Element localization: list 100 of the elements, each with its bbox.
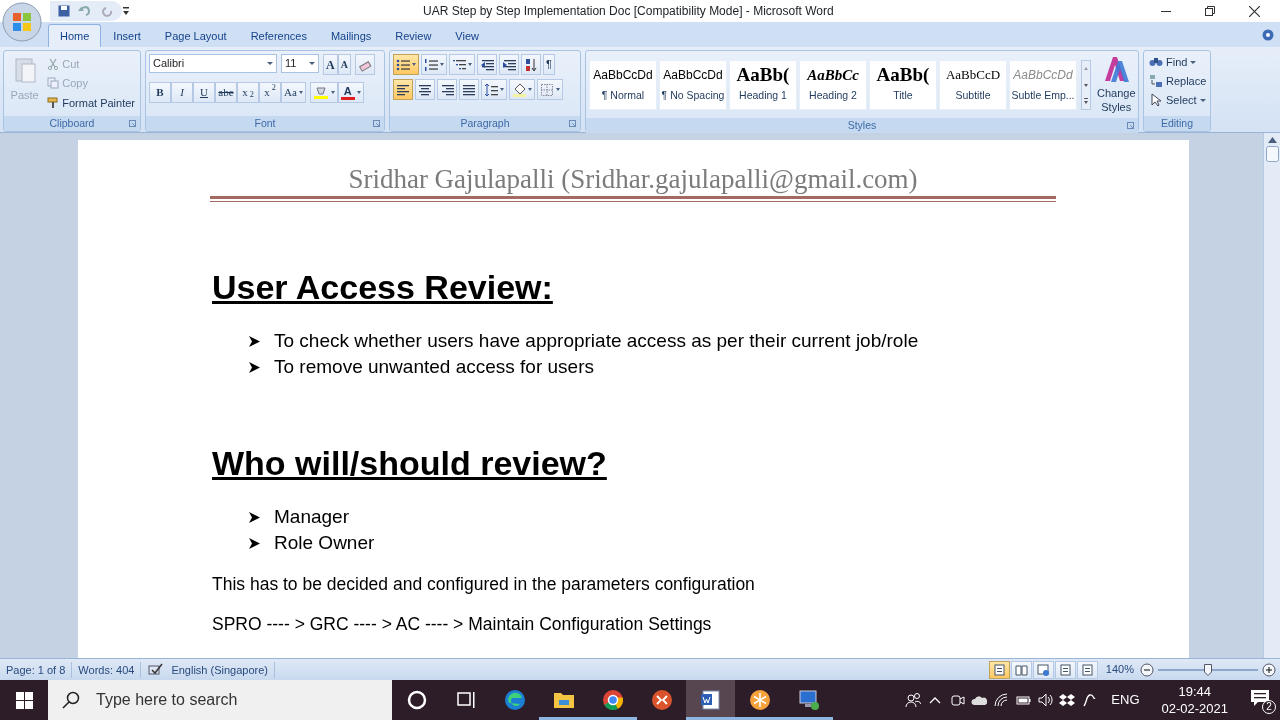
- style-tile[interactable]: AaBbCc Heading 2: [799, 59, 867, 110]
- word-document-icon[interactable]: [699, 689, 722, 711]
- zoom-out-icon[interactable]: [1140, 662, 1154, 677]
- find-button[interactable]: Find: [1147, 54, 1207, 70]
- gallery-scroll-icon[interactable]: [1081, 59, 1091, 110]
- ribbon-tab[interactable]: Insert: [101, 24, 153, 47]
- show-marks-button[interactable]: ¶: [543, 54, 555, 75]
- caret-icon[interactable]: [267, 62, 273, 65]
- paint-bucket-button[interactable]: [509, 79, 535, 100]
- font-color-button[interactable]: A: [337, 82, 364, 103]
- style-tile[interactable]: AaBb( Heading 1: [729, 59, 797, 110]
- style-tile[interactable]: AaBbCcDd ¶ Normal: [589, 59, 657, 110]
- remote-connection-icon[interactable]: [650, 689, 673, 711]
- change-case-button[interactable]: Aa: [281, 82, 306, 103]
- numbering-button[interactable]: [421, 54, 447, 75]
- chrome-icon[interactable]: [601, 689, 624, 711]
- multilevel-list-button[interactable]: [449, 54, 475, 75]
- snowflake-icon[interactable]: [748, 689, 771, 711]
- caret-icon[interactable]: [330, 91, 335, 94]
- task-view-icon[interactable]: [454, 689, 477, 711]
- view-button[interactable]: [1076, 660, 1098, 679]
- view-button[interactable]: [1032, 660, 1054, 679]
- language-label[interactable]: English (Singapore): [171, 661, 268, 678]
- caret-icon[interactable]: [412, 63, 416, 66]
- search-field[interactable]: Type here to search: [48, 680, 392, 720]
- caret-icon[interactable]: [1190, 60, 1197, 64]
- style-tile[interactable]: AaBb( Title: [869, 59, 937, 110]
- caret-icon[interactable]: [1199, 98, 1206, 102]
- caret-icon[interactable]: [500, 88, 504, 91]
- wifi-icon[interactable]: [993, 692, 1010, 708]
- justify-button[interactable]: [459, 79, 479, 100]
- caret-icon[interactable]: [356, 91, 361, 94]
- zoom-slider-thumb[interactable]: [1204, 663, 1212, 676]
- pen-icon[interactable]: [1081, 692, 1098, 708]
- style-tile[interactable]: AaBbCcD Subtitle: [939, 59, 1007, 110]
- ribbon-tab[interactable]: View: [443, 24, 491, 47]
- highlight-button[interactable]: [309, 82, 338, 103]
- increase-indent-button[interactable]: [499, 54, 519, 75]
- ribbon-tab[interactable]: Page Layout: [152, 24, 239, 47]
- ribbon-tab[interactable]: Review: [383, 24, 444, 47]
- change-styles-button[interactable]: Change Styles: [1095, 54, 1138, 115]
- customize-icon[interactable]: [122, 6, 130, 16]
- align-right-button[interactable]: [437, 79, 457, 100]
- people-icon[interactable]: [905, 692, 922, 708]
- help-icon[interactable]: [1262, 29, 1274, 41]
- ribbon-tab[interactable]: Mailings: [318, 24, 384, 47]
- proofing-icon[interactable]: [147, 662, 164, 677]
- font-name-field[interactable]: Calibri: [149, 54, 277, 73]
- vertical-scrollbar[interactable]: [1263, 133, 1280, 658]
- bullets-button[interactable]: [393, 54, 419, 75]
- caret-icon[interactable]: [528, 88, 532, 91]
- save-icon[interactable]: [58, 5, 70, 17]
- edge-icon[interactable]: [503, 689, 526, 711]
- caret-icon[interactable]: [468, 63, 472, 66]
- ribbon-tab[interactable]: References: [238, 24, 319, 47]
- page-count[interactable]: Page: 1 of 8: [0, 661, 73, 678]
- line-spacing-button[interactable]: [481, 79, 507, 100]
- script-button[interactable]: x$_{2}$: [237, 82, 259, 103]
- align-left-button[interactable]: [393, 79, 413, 100]
- style-tile[interactable]: AaBbCcDd ¶ No Spacing: [659, 59, 727, 110]
- caret-icon[interactable]: [556, 88, 560, 91]
- caret-icon[interactable]: [440, 63, 444, 66]
- video-call-icon[interactable]: [949, 692, 966, 708]
- bold-button[interactable]: B: [149, 82, 171, 103]
- close-icon[interactable]: [1249, 5, 1260, 17]
- volume-icon[interactable]: [1037, 692, 1054, 708]
- windows-start-icon[interactable]: [15, 691, 33, 709]
- italic-button[interactable]: I: [171, 82, 193, 103]
- scroll-up-icon[interactable]: [1267, 137, 1277, 143]
- word-count[interactable]: Words: 404: [72, 661, 142, 678]
- clock[interactable]: 19:44 02-02-2021: [1153, 683, 1236, 717]
- zoom-in-icon[interactable]: [1262, 662, 1276, 677]
- underline-button[interactable]: U: [193, 82, 215, 103]
- computer-icon[interactable]: [797, 689, 820, 711]
- restore-icon[interactable]: [1205, 6, 1215, 16]
- script-button[interactable]: x$^{2}$: [259, 82, 281, 103]
- style-tile[interactable]: AaBbCcDd Subtle Emp...: [1009, 59, 1077, 110]
- view-button[interactable]: [988, 660, 1010, 679]
- input-language[interactable]: ENG: [1111, 690, 1140, 710]
- scroll-thumb-icon[interactable]: [1265, 146, 1279, 162]
- clear-formatting-button[interactable]: [354, 54, 375, 75]
- select-button[interactable]: Select: [1147, 92, 1207, 108]
- strikethrough-button[interactable]: abe: [215, 82, 237, 103]
- caret-icon[interactable]: [298, 91, 303, 94]
- align-center-button[interactable]: [415, 79, 435, 100]
- decrease-indent-button[interactable]: [477, 54, 497, 75]
- sort-button[interactable]: [521, 54, 541, 75]
- zoom-level[interactable]: 140%: [1105, 663, 1134, 676]
- caret-icon[interactable]: [309, 62, 315, 65]
- view-button[interactable]: [1054, 660, 1076, 679]
- dropbox-icon[interactable]: [1059, 692, 1076, 708]
- view-button[interactable]: [1010, 660, 1032, 679]
- font-size-field[interactable]: 11: [281, 54, 319, 73]
- replace-button[interactable]: Replace: [1147, 73, 1207, 89]
- format-painter-button[interactable]: Format Painter: [45, 95, 137, 112]
- book-icon: [1014, 663, 1028, 676]
- borders-button[interactable]: [537, 79, 563, 100]
- grow-font-button[interactable]: A: [323, 54, 338, 75]
- cortana-icon[interactable]: [405, 689, 428, 711]
- ribbon-tab[interactable]: Home: [48, 24, 102, 47]
